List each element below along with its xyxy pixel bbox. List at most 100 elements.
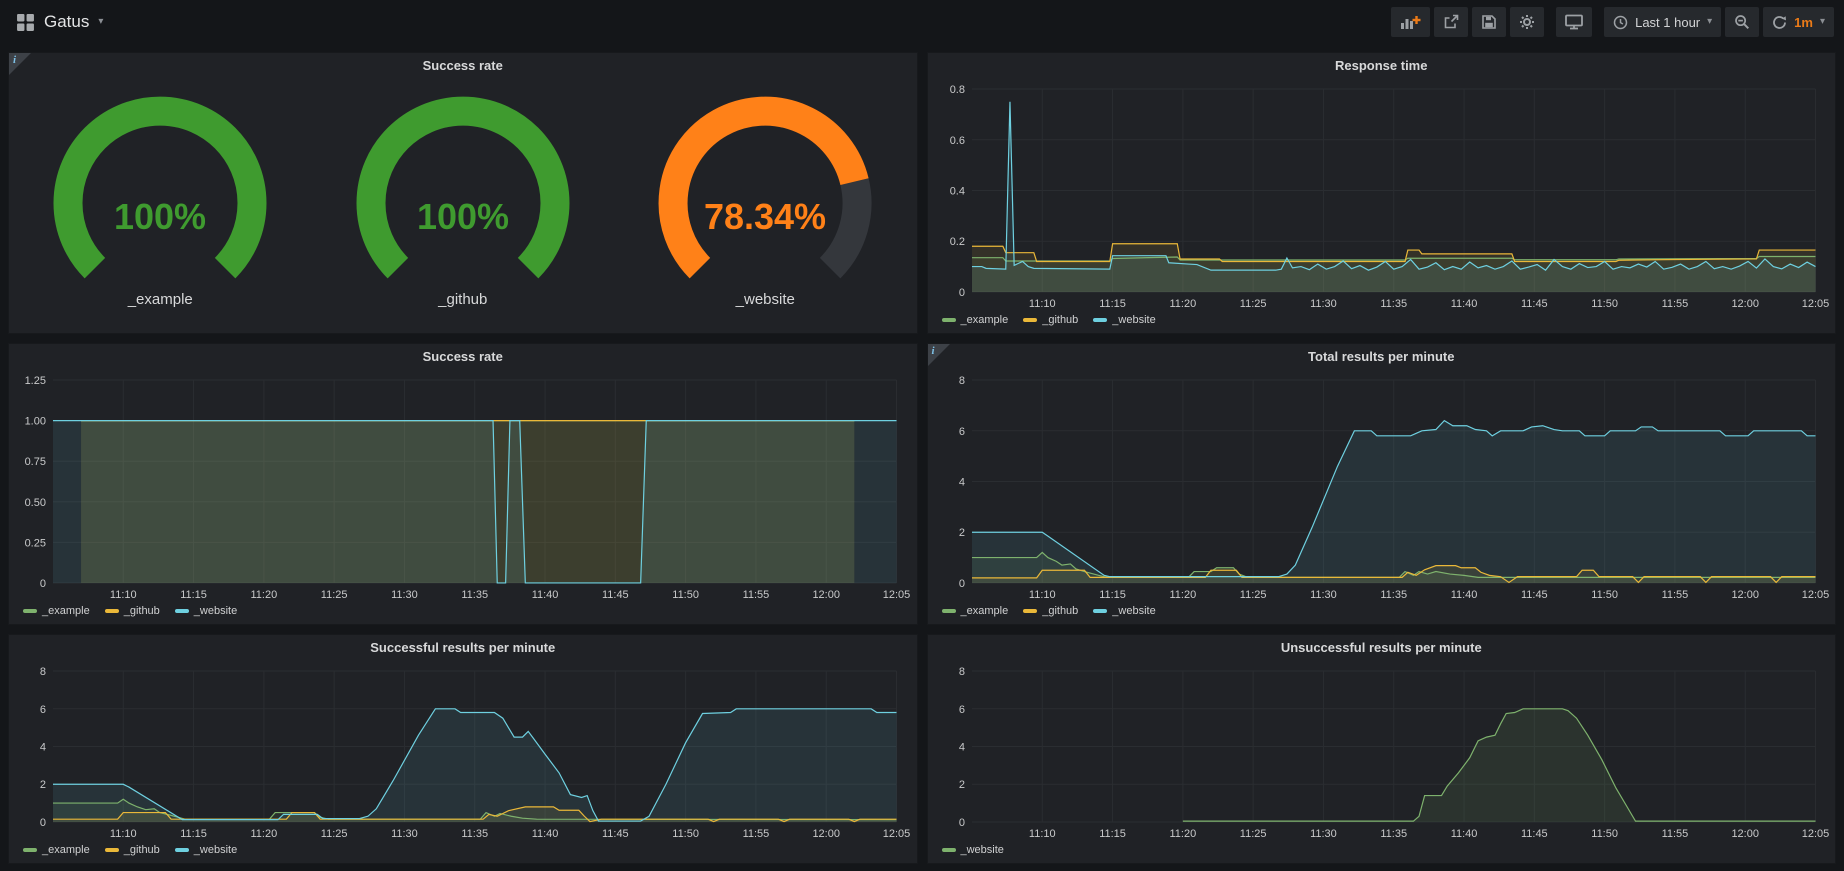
svg-text:11:25: 11:25 (321, 589, 348, 601)
svg-text:1.00: 1.00 (25, 416, 46, 428)
legend-item[interactable]: _github (105, 844, 160, 856)
legend-item[interactable]: _github (1023, 314, 1078, 326)
svg-text:11:20: 11:20 (1169, 298, 1196, 310)
panel-success-rate-gauges: i Success rate 100% _example100% _github… (8, 52, 918, 334)
svg-text:0: 0 (958, 287, 964, 299)
share-icon (1443, 14, 1459, 30)
legend-series-swatch (175, 609, 189, 613)
svg-text:0.4: 0.4 (949, 186, 964, 198)
gauge: 100% _example (35, 91, 285, 308)
gauge: 78.34% _website (640, 91, 890, 308)
refresh-interval-label: 1m (1794, 15, 1813, 30)
svg-text:12:00: 12:00 (812, 828, 840, 840)
svg-text:12:00: 12:00 (1731, 589, 1759, 601)
share-button[interactable] (1434, 7, 1468, 37)
legend-item[interactable]: _website (942, 844, 1004, 856)
svg-text:12:05: 12:05 (1801, 298, 1829, 310)
legend-series-label: _github (124, 844, 160, 856)
refresh-button[interactable]: 1m ▾ (1763, 7, 1834, 37)
legend-item[interactable]: _website (1093, 605, 1155, 617)
svg-text:11:50: 11:50 (1591, 828, 1618, 840)
navbar: Gatus ▾ (0, 0, 1844, 44)
dashboard-grid-icon[interactable] (16, 13, 35, 32)
legend-item[interactable]: _example (942, 605, 1009, 617)
legend-series-swatch (942, 318, 956, 322)
svg-text:6: 6 (958, 426, 964, 438)
zoom-out-button[interactable] (1725, 7, 1759, 37)
svg-text:4: 4 (958, 477, 964, 489)
legend: _example _github _website (9, 842, 917, 863)
panel-title[interactable]: Success rate (9, 344, 917, 370)
svg-text:0: 0 (958, 578, 964, 590)
unsuccessful-results-chart[interactable]: 0246811:1011:1511:2011:2511:3011:3511:40… (934, 661, 1830, 842)
tv-mode-button[interactable] (1556, 7, 1592, 37)
add-panel-button[interactable] (1391, 7, 1430, 37)
legend-item[interactable]: _example (23, 605, 90, 617)
legend-item[interactable]: _website (1093, 314, 1155, 326)
svg-text:11:25: 11:25 (321, 828, 348, 840)
legend-item[interactable]: _github (105, 605, 160, 617)
panel-title[interactable]: Successful results per minute (9, 635, 917, 661)
svg-text:0.25: 0.25 (25, 537, 46, 549)
svg-text:0.2: 0.2 (949, 236, 964, 248)
svg-text:100%: 100% (417, 196, 509, 237)
svg-text:11:45: 11:45 (602, 589, 629, 601)
caret-down-icon[interactable]: ▾ (98, 17, 103, 27)
legend-series-swatch (105, 609, 119, 613)
svg-text:2: 2 (958, 527, 964, 539)
legend-item[interactable]: _example (23, 844, 90, 856)
legend-series-label: _github (1042, 605, 1078, 617)
panel-success-rate-timeseries: Success rate 00.250.500.751.001.2511:101… (8, 343, 918, 625)
legend-series-label: _example (961, 314, 1009, 326)
svg-text:11:30: 11:30 (1310, 589, 1337, 601)
caret-down-icon: ▾ (1707, 17, 1712, 27)
dashboard-title[interactable]: Gatus (44, 12, 89, 32)
success-rate-chart[interactable]: 00.250.500.751.001.2511:1011:1511:2011:2… (15, 370, 911, 603)
svg-text:11:10: 11:10 (1028, 589, 1055, 601)
panel-title[interactable]: Response time (928, 53, 1836, 79)
panel-unsuccessful-results: Unsuccessful results per minute 0246811:… (927, 634, 1837, 864)
legend-series-swatch (1093, 318, 1107, 322)
svg-text:0.75: 0.75 (25, 456, 46, 468)
panel-title[interactable]: Success rate (9, 53, 917, 79)
svg-text:11:15: 11:15 (1099, 828, 1126, 840)
svg-text:11:30: 11:30 (1310, 828, 1337, 840)
legend-series-swatch (1093, 609, 1107, 613)
legend: _website (928, 842, 1836, 863)
svg-text:11:15: 11:15 (180, 589, 207, 601)
save-button[interactable] (1472, 7, 1506, 37)
gauge-label: _github (438, 291, 487, 308)
svg-text:11:40: 11:40 (532, 828, 559, 840)
svg-text:11:30: 11:30 (391, 828, 418, 840)
svg-text:0.6: 0.6 (949, 135, 964, 147)
time-range-picker[interactable]: Last 1 hour ▾ (1604, 7, 1721, 37)
legend-series-swatch (942, 848, 956, 852)
gauge-group: 100% _example100% _github78.34% _website (9, 79, 917, 333)
svg-text:0.50: 0.50 (25, 497, 46, 509)
panel-info-icon[interactable]: i (9, 53, 31, 75)
legend-item[interactable]: _website (175, 605, 237, 617)
save-icon (1481, 14, 1497, 30)
svg-text:11:40: 11:40 (1450, 298, 1477, 310)
svg-text:12:00: 12:00 (1731, 828, 1759, 840)
gauge-arc: 78.34% (640, 91, 890, 291)
legend-item[interactable]: _example (942, 314, 1009, 326)
total-results-chart[interactable]: 0246811:1011:1511:2011:2511:3011:3511:40… (934, 370, 1830, 603)
panel-title[interactable]: Total results per minute (928, 344, 1836, 370)
svg-text:11:45: 11:45 (602, 828, 629, 840)
legend-item[interactable]: _github (1023, 605, 1078, 617)
legend-series-label: _github (124, 605, 160, 617)
legend-series-label: _website (194, 844, 237, 856)
response-time-chart[interactable]: 00.20.40.60.811:1011:1511:2011:2511:3011… (934, 79, 1830, 312)
svg-text:8: 8 (958, 375, 964, 387)
svg-text:12:05: 12:05 (1801, 828, 1829, 840)
svg-text:78.34%: 78.34% (704, 196, 826, 237)
gauge: 100% _github (338, 91, 588, 308)
gear-icon (1519, 14, 1535, 30)
panel-title[interactable]: Unsuccessful results per minute (928, 635, 1836, 661)
legend-item[interactable]: _website (175, 844, 237, 856)
panel-info-icon[interactable]: i (928, 344, 950, 366)
successful-results-chart[interactable]: 0246811:1011:1511:2011:2511:3011:3511:40… (15, 661, 911, 842)
settings-button[interactable] (1510, 7, 1544, 37)
clock-icon (1613, 15, 1628, 30)
